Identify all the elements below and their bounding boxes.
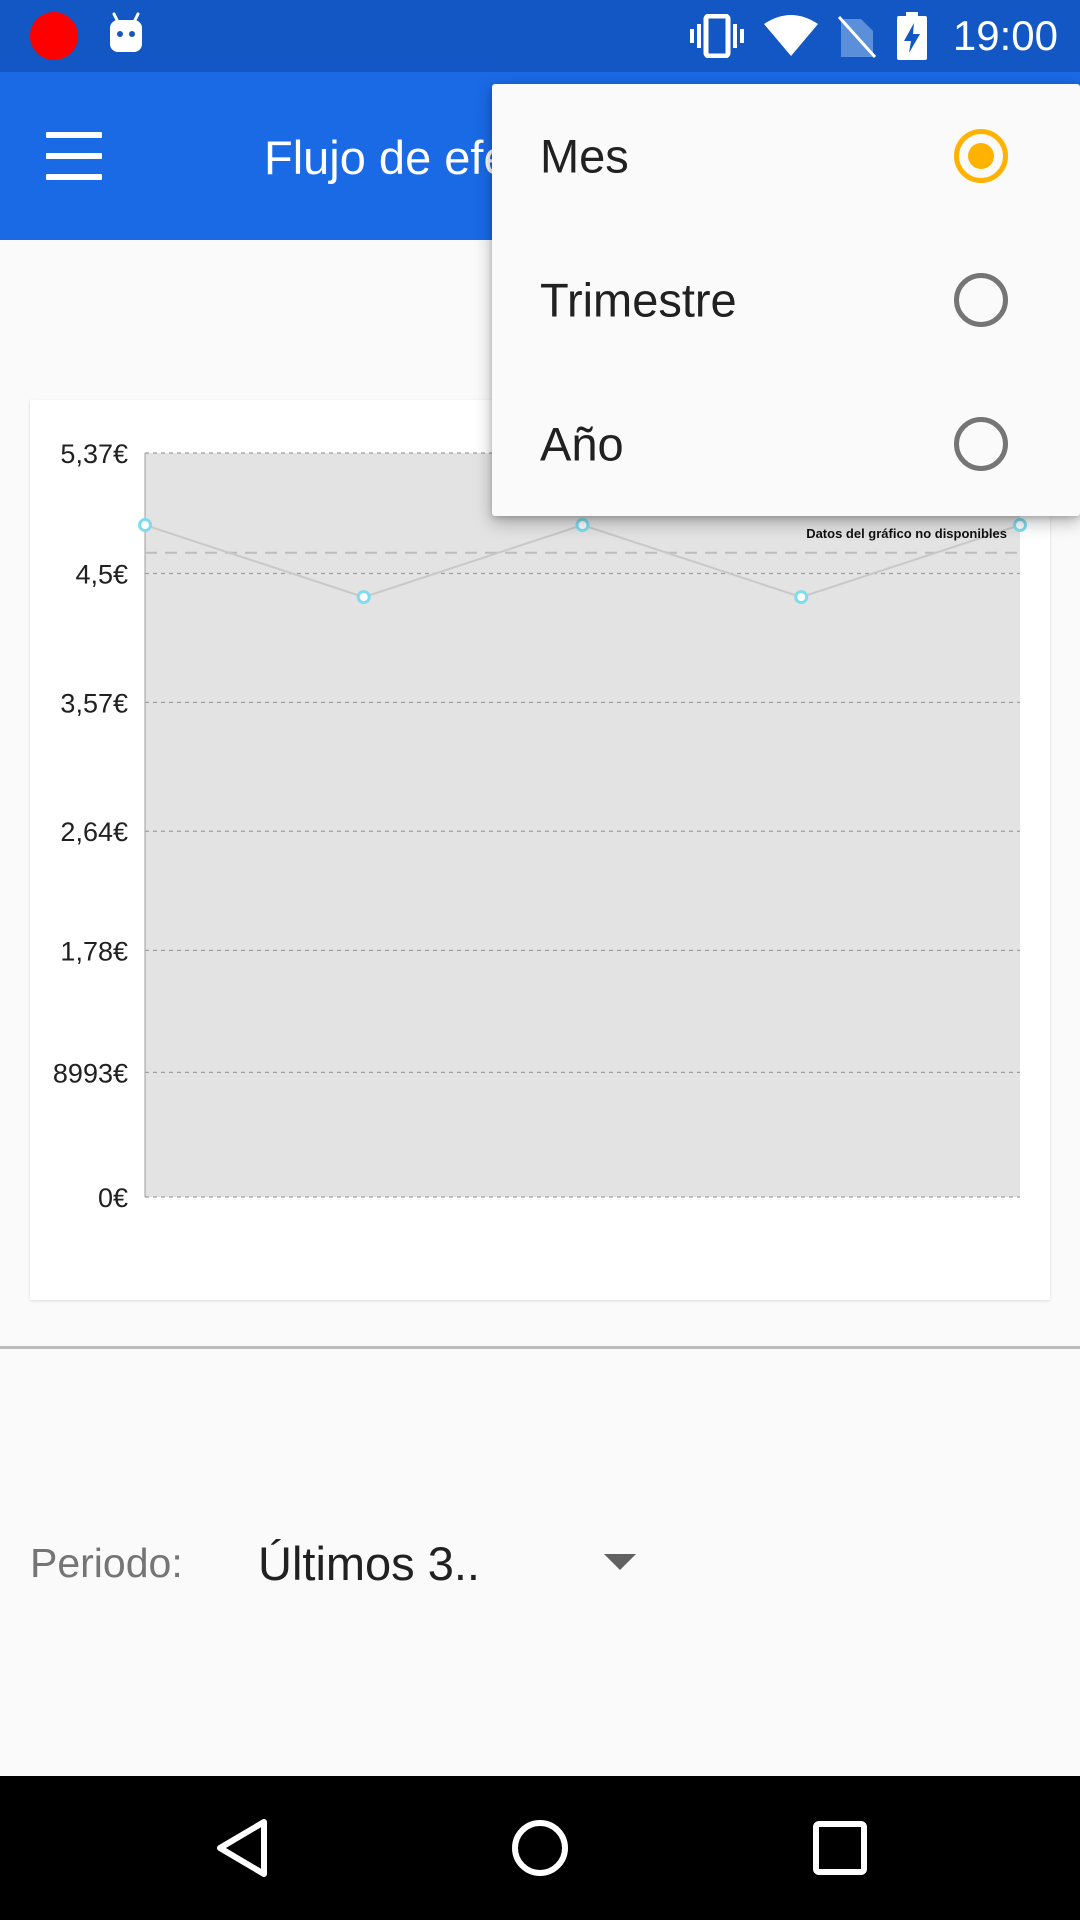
y-tick-label: 0€	[98, 1183, 128, 1213]
period-type-menu: Mes Trimestre Año	[492, 84, 1080, 516]
menu-option-ano[interactable]: Año	[492, 372, 1080, 516]
menu-option-mes[interactable]: Mes	[492, 84, 1080, 228]
y-tick-label: 5,37€	[60, 439, 128, 469]
battery-charging-icon	[896, 12, 927, 60]
data-point	[138, 518, 152, 533]
back-icon[interactable]	[212, 1818, 272, 1878]
radio-button-selected[interactable]	[954, 129, 1008, 183]
y-tick-label: 4,5€	[75, 560, 128, 590]
plot-area	[145, 453, 1020, 1197]
radio-button[interactable]	[954, 417, 1008, 471]
data-point	[356, 590, 371, 605]
no-sim-icon	[837, 15, 877, 59]
wifi-icon	[763, 15, 818, 56]
menu-option-label: Año	[540, 417, 624, 471]
y-tick-label: 3,57€	[60, 688, 128, 718]
navigation-bar	[0, 1776, 1080, 1920]
radio-button[interactable]	[954, 273, 1008, 327]
period-label: Periodo:	[30, 1540, 183, 1586]
y-tick-label: 2,64€	[60, 817, 128, 847]
cash-flow-chart: 5,37€ 4,5€ 3,57€ 2,64€ 1,78€ 8993€ 0€ Datos del…	[53, 439, 1027, 1213]
home-icon[interactable]	[510, 1818, 570, 1878]
clock: 19:00	[952, 12, 1058, 59]
android-debug-icon	[110, 12, 142, 52]
menu-option-trimestre[interactable]: Trimestre	[492, 228, 1080, 372]
record-icon	[30, 12, 78, 60]
menu-option-label: Mes	[540, 129, 629, 183]
menu-option-label: Trimestre	[540, 273, 737, 327]
period-select[interactable]: Últimos 3..	[258, 1536, 480, 1591]
y-tick-label: 1,78€	[60, 936, 128, 966]
data-point	[794, 590, 809, 605]
hamburger-menu-icon[interactable]	[46, 118, 122, 194]
status-bar: 19:00	[0, 0, 1080, 72]
y-tick-label: 8993€	[53, 1058, 128, 1088]
vibrate-icon	[689, 14, 744, 58]
recents-icon[interactable]	[812, 1820, 868, 1876]
divider	[0, 1346, 1080, 1349]
chart-card: 5,37€ 4,5€ 3,57€ 2,64€ 1,78€ 8993€ 0€ Datos del…	[30, 400, 1050, 1300]
data-point	[575, 518, 590, 533]
data-point	[1013, 518, 1027, 533]
dropdown-arrow-icon[interactable]	[604, 1554, 636, 1570]
chart-annotation: Datos del gráfico no disponibles	[806, 526, 1007, 541]
